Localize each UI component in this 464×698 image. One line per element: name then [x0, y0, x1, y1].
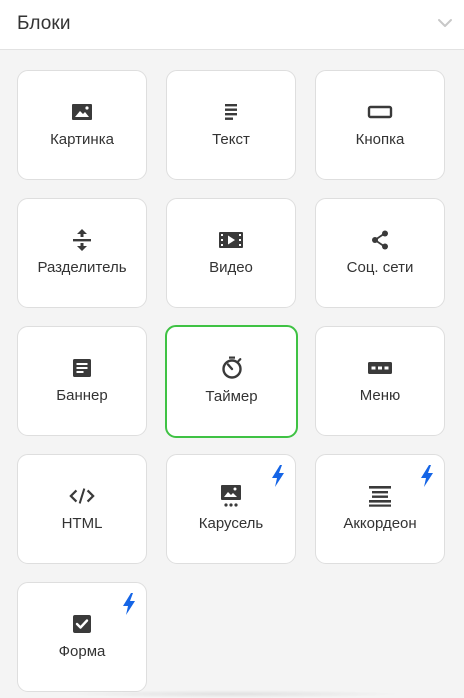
block-text[interactable]: Текст [166, 70, 296, 180]
block-banner[interactable]: Баннер [17, 326, 147, 436]
scroll-shadow [60, 690, 404, 698]
text-lines-icon [218, 101, 244, 123]
block-html[interactable]: HTML [17, 454, 147, 564]
block-image[interactable]: Картинка [17, 70, 147, 180]
block-label: Разделитель [37, 259, 127, 276]
block-label: Картинка [50, 131, 114, 148]
block-video[interactable]: Видео [166, 198, 296, 308]
block-label: Баннер [56, 387, 108, 404]
block-social[interactable]: Соц. сети [315, 198, 445, 308]
timer-icon [219, 356, 245, 379]
share-icon [367, 229, 393, 251]
carousel-icon [218, 485, 244, 507]
block-button[interactable]: Кнопка [315, 70, 445, 180]
block-label: Видео [209, 259, 253, 276]
accordion-icon [367, 485, 393, 507]
block-label: Меню [359, 387, 401, 404]
chevron-down-icon[interactable] [436, 14, 454, 32]
block-label: Кнопка [355, 131, 405, 148]
form-checkbox-icon [69, 613, 95, 635]
lightning-icon [272, 465, 284, 487]
block-label: HTML [61, 515, 103, 532]
block-label: Таймер [205, 388, 258, 405]
menu-icon [367, 357, 393, 379]
block-menu[interactable]: Меню [315, 326, 445, 436]
lightning-icon [123, 593, 135, 615]
block-label: Соц. сети [346, 259, 414, 276]
block-divider[interactable]: Разделитель [17, 198, 147, 308]
video-icon [218, 229, 244, 251]
block-form[interactable]: Форма [17, 582, 147, 692]
block-timer[interactable]: Таймер [165, 325, 298, 438]
image-icon [69, 101, 95, 123]
panel-title: Блоки [17, 13, 71, 34]
banner-icon [69, 357, 95, 379]
block-label: Форма [58, 643, 106, 660]
divider-icon [69, 229, 95, 251]
block-label: Аккордеон [343, 515, 417, 532]
block-label: Карусель [198, 515, 264, 532]
panel-header[interactable]: Блоки [0, 0, 464, 50]
code-icon [69, 485, 95, 507]
block-accordion[interactable]: Аккордеон [315, 454, 445, 564]
block-carousel[interactable]: Карусель [166, 454, 296, 564]
lightning-icon [421, 465, 433, 487]
block-label: Текст [212, 131, 250, 148]
button-icon [367, 101, 393, 123]
